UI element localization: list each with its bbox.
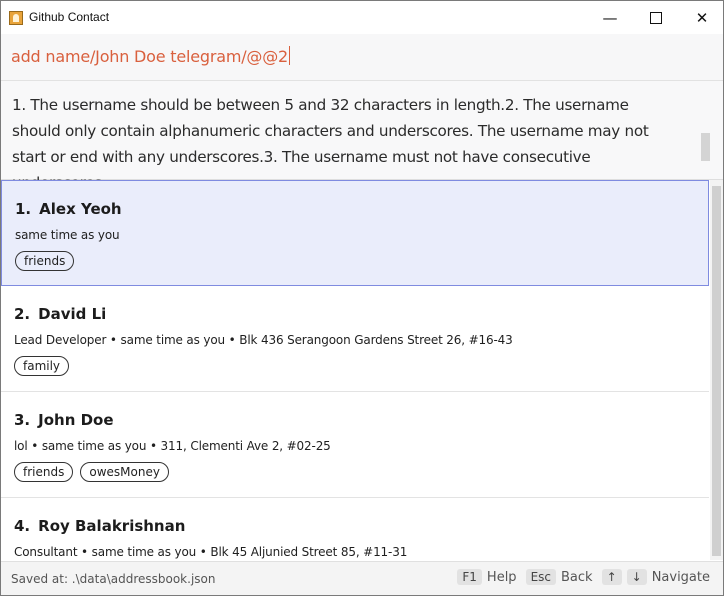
save-location: Saved at: .\data\addressbook.json	[11, 572, 216, 586]
title-bar: Github Contact — ✕	[1, 1, 723, 34]
result-scrollbar[interactable]	[697, 91, 711, 169]
result-scrollbar-thumb[interactable]	[701, 133, 710, 161]
command-box[interactable]: add name/John Doe telegram/@@2	[1, 34, 723, 81]
close-button[interactable]: ✕	[679, 1, 723, 34]
person-index: 2.	[14, 305, 31, 323]
tag-list: family	[14, 356, 70, 376]
command-text: add name/John Doe telegram/@@2	[11, 47, 288, 66]
app-window: Github Contact — ✕ add name/John Doe tel…	[0, 0, 724, 596]
list-scrollbar-thumb[interactable]	[712, 186, 721, 556]
person-index: 1.	[15, 200, 32, 218]
person-name-text: Alex Yeoh	[39, 200, 122, 218]
command-input[interactable]: add name/John Doe telegram/@@2	[11, 46, 290, 66]
minimize-button[interactable]: —	[587, 1, 633, 34]
window-title: Github Contact	[29, 10, 110, 24]
tag: owesMoney	[80, 462, 169, 482]
list-scrollbar[interactable]	[710, 180, 723, 560]
status-bar: Saved at: .\data\addressbook.json F1 Hel…	[1, 561, 723, 595]
tag-list: friends owesMoney	[14, 462, 169, 482]
person-name: 1. Alex Yeoh	[15, 200, 122, 218]
up-arrow-key: ↑	[601, 569, 622, 585]
result-display[interactable]: 1. The username should be between 5 and …	[1, 81, 723, 192]
down-arrow-key: ↓	[626, 569, 647, 585]
app-icon	[9, 11, 23, 25]
person-name: 2. David Li	[14, 305, 106, 323]
person-index: 3.	[14, 411, 31, 429]
esc-key: Esc	[525, 569, 556, 585]
close-icon: ✕	[695, 8, 709, 27]
person-details: Lead Developer • same time as you • Blk …	[14, 333, 513, 347]
tag: family	[14, 356, 70, 376]
maximize-icon	[650, 11, 662, 24]
keyboard-hints: F1 Help Esc Back ↑ ↓ Navigate	[457, 569, 714, 585]
text-caret	[289, 46, 290, 65]
person-name: 4. Roy Balakrishnan	[14, 517, 185, 535]
person-details: Consultant • same time as you • Blk 45 A…	[14, 545, 408, 559]
person-card[interactable]: 3. John Doe lol • same time as you • 311,…	[1, 392, 709, 498]
person-details: same time as you	[15, 228, 120, 242]
navigate-hint: Navigate	[651, 569, 710, 585]
f1-key: F1	[457, 569, 482, 585]
person-index: 4.	[14, 517, 31, 535]
tag: friends	[14, 462, 74, 482]
tag-list: friends	[15, 251, 75, 271]
person-name-text: John Doe	[38, 411, 114, 429]
person-name-text: David Li	[38, 305, 107, 323]
person-details: lol • same time as you • 311, Clementi A…	[14, 439, 331, 453]
tag: friends	[15, 251, 75, 271]
minimize-icon: —	[602, 8, 618, 27]
back-hint: Back	[561, 569, 593, 585]
maximize-button[interactable]	[633, 1, 679, 34]
person-name: 3. John Doe	[14, 411, 114, 429]
person-card[interactable]: 4. Roy Balakrishnan Consultant • same tim…	[1, 498, 709, 560]
person-name-text: Roy Balakrishnan	[38, 517, 186, 535]
person-card[interactable]: 2. David Li Lead Developer • same time as…	[1, 286, 709, 392]
person-list[interactable]: 1. Alex Yeoh same time as you friends 2. D…	[1, 180, 709, 560]
person-card[interactable]: 1. Alex Yeoh same time as you friends	[1, 180, 709, 286]
help-hint: Help	[486, 569, 517, 585]
